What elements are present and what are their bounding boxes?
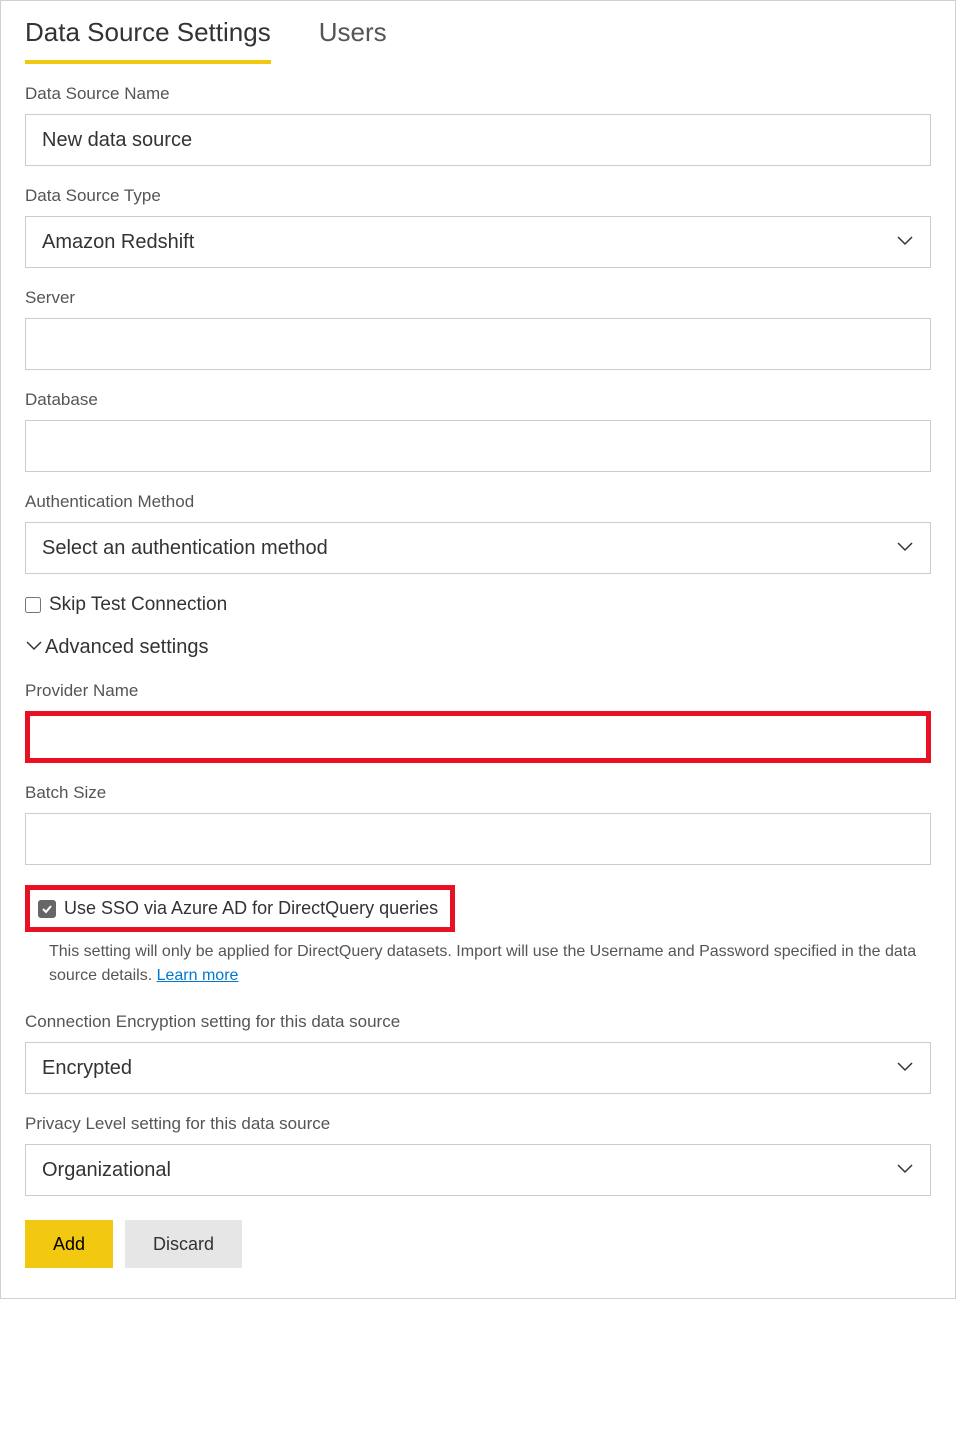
database-label: Database — [25, 390, 931, 410]
chevron-down-icon — [25, 639, 43, 657]
connection-encryption-select[interactable]: Encrypted — [25, 1042, 931, 1094]
field-authentication-method: Authentication Method Select an authenti… — [25, 492, 931, 574]
skip-test-connection-row: Skip Test Connection — [25, 594, 931, 616]
data-source-name-input[interactable] — [25, 114, 931, 166]
field-server: Server — [25, 288, 931, 370]
authentication-method-select[interactable]: Select an authentication method — [25, 522, 931, 574]
tab-data-source-settings[interactable]: Data Source Settings — [25, 9, 271, 64]
field-batch-size: Batch Size — [25, 783, 931, 865]
add-button[interactable]: Add — [25, 1220, 113, 1268]
field-connection-encryption: Connection Encryption setting for this d… — [25, 1012, 931, 1094]
use-sso-label: Use SSO via Azure AD for DirectQuery que… — [64, 898, 438, 919]
learn-more-link[interactable]: Learn more — [157, 967, 239, 984]
use-sso-checkbox[interactable] — [38, 900, 56, 918]
skip-test-connection-checkbox[interactable] — [25, 597, 41, 613]
provider-name-input[interactable] — [25, 711, 931, 763]
data-source-name-label: Data Source Name — [25, 84, 931, 104]
field-data-source-name: Data Source Name — [25, 84, 931, 166]
skip-test-connection-label: Skip Test Connection — [49, 594, 227, 616]
sso-section: Use SSO via Azure AD for DirectQuery que… — [25, 885, 931, 988]
advanced-settings-toggle[interactable]: Advanced settings — [25, 636, 931, 659]
data-source-settings-panel: Data Source Settings Users Data Source N… — [0, 0, 956, 1299]
batch-size-input[interactable] — [25, 813, 931, 865]
authentication-method-label: Authentication Method — [25, 492, 931, 512]
tab-users[interactable]: Users — [319, 9, 387, 64]
provider-name-label: Provider Name — [25, 681, 931, 701]
sso-highlighted-box: Use SSO via Azure AD for DirectQuery que… — [25, 885, 455, 932]
batch-size-label: Batch Size — [25, 783, 931, 803]
connection-encryption-label: Connection Encryption setting for this d… — [25, 1012, 931, 1032]
field-data-source-type: Data Source Type Amazon Redshift — [25, 186, 931, 268]
privacy-level-label: Privacy Level setting for this data sour… — [25, 1114, 931, 1134]
privacy-level-select[interactable]: Organizational — [25, 1144, 931, 1196]
database-input[interactable] — [25, 420, 931, 472]
data-source-type-label: Data Source Type — [25, 186, 931, 206]
field-provider-name: Provider Name — [25, 681, 931, 763]
sso-help-text: This setting will only be applied for Di… — [49, 940, 931, 988]
tabs: Data Source Settings Users — [25, 9, 931, 64]
advanced-settings-label: Advanced settings — [45, 636, 208, 659]
discard-button[interactable]: Discard — [125, 1220, 242, 1268]
field-privacy-level: Privacy Level setting for this data sour… — [25, 1114, 931, 1196]
field-database: Database — [25, 390, 931, 472]
button-row: Add Discard — [25, 1220, 931, 1268]
server-label: Server — [25, 288, 931, 308]
server-input[interactable] — [25, 318, 931, 370]
data-source-type-select[interactable]: Amazon Redshift — [25, 216, 931, 268]
